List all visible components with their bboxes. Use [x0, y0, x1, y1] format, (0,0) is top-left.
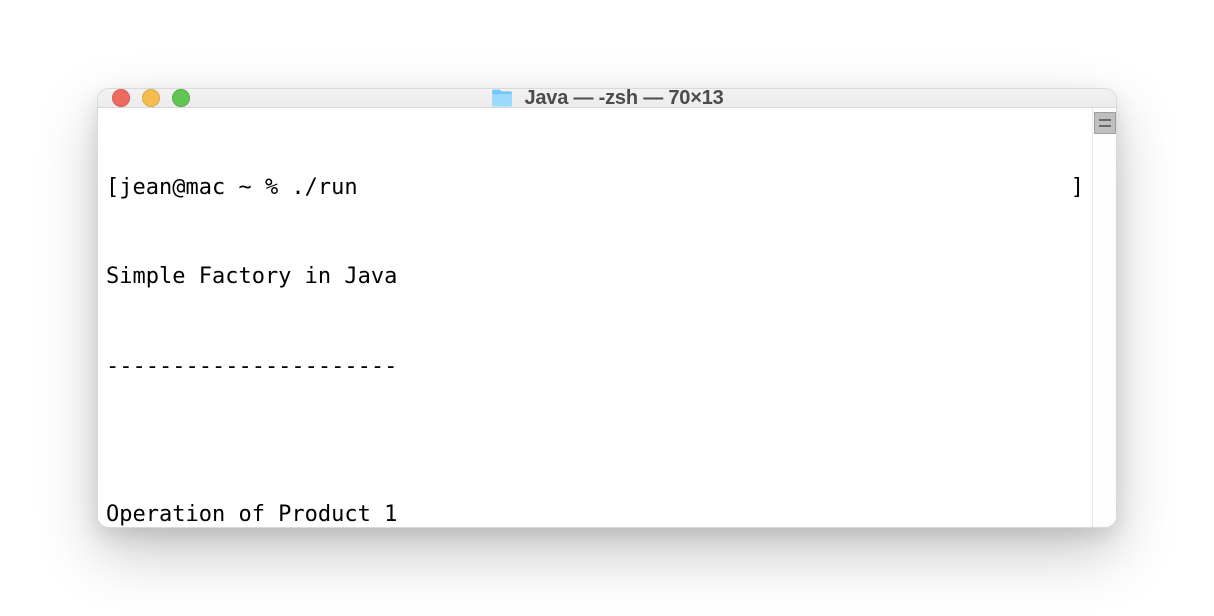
- output-line: Simple Factory in Java: [106, 262, 1084, 292]
- traffic-lights: [112, 89, 190, 107]
- terminal-window: Java — -zsh — 70×13 [jean@mac ~ % ./run …: [97, 88, 1117, 528]
- scroll-menu-button[interactable]: [1094, 112, 1116, 134]
- content-wrap: [jean@mac ~ % ./run ] Simple Factory in …: [98, 108, 1116, 528]
- output-line: Operation of Product 1: [106, 500, 1084, 528]
- title-wrap: Java — -zsh — 70×13: [98, 88, 1116, 110]
- prompt-first-right: ]: [1071, 173, 1084, 203]
- first-prompt-line: [jean@mac ~ % ./run ]: [106, 173, 1084, 203]
- output-line: ----------------------: [106, 352, 1084, 382]
- scrollbar[interactable]: [1092, 108, 1116, 528]
- minimize-button[interactable]: [142, 89, 160, 107]
- zoom-button[interactable]: [172, 89, 190, 107]
- prompt-first-left: [jean@mac ~ % ./run: [106, 173, 358, 203]
- titlebar[interactable]: Java — -zsh — 70×13: [98, 89, 1116, 108]
- close-button[interactable]: [112, 89, 130, 107]
- terminal-body[interactable]: [jean@mac ~ % ./run ] Simple Factory in …: [98, 108, 1092, 528]
- folder-icon: [490, 88, 514, 108]
- window-title: Java — -zsh — 70×13: [524, 88, 723, 110]
